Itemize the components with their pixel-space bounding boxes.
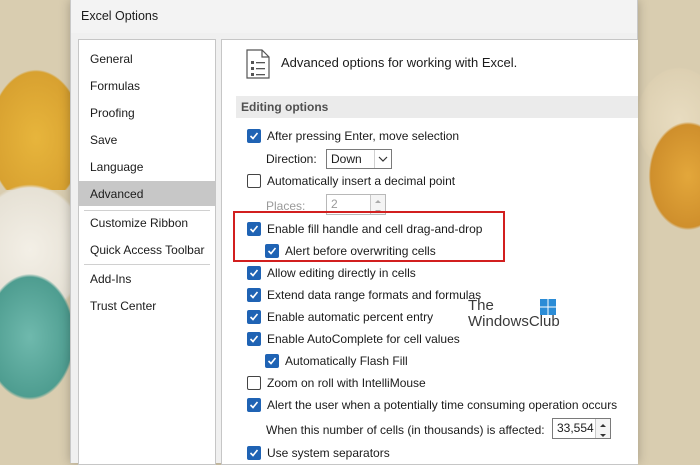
spinner-up-icon[interactable] [596, 419, 610, 428]
cells-affected-label: When this number of cells (in thousands)… [266, 423, 545, 437]
edit-in-cells-checkbox[interactable] [247, 266, 261, 280]
options-page-icon [246, 49, 270, 79]
nav-item-label: Proofing [90, 106, 135, 120]
nav-item-label: Formulas [90, 79, 141, 93]
after-enter-checkbox[interactable] [247, 129, 261, 143]
direction-value: Down [331, 152, 362, 166]
decimal-point-checkbox[interactable] [247, 174, 261, 188]
direction-dropdown[interactable]: Down [326, 149, 392, 169]
nav-item-language[interactable]: Language [79, 154, 215, 179]
checkmark-icon [267, 357, 277, 365]
checkmark-icon [249, 291, 259, 299]
percent-entry-label: Enable automatic percent entry [267, 310, 434, 324]
highlight-box [233, 211, 505, 262]
nav-item-label: Add-Ins [90, 272, 132, 286]
autocomplete-checkbox[interactable] [247, 332, 261, 346]
edit-in-cells-label: Allow editing directly in cells [267, 266, 416, 280]
nav-item-proofing[interactable]: Proofing [79, 100, 215, 125]
nav-item-quick-access-toolbar[interactable]: Quick Access Toolbar [79, 237, 215, 262]
page-header: Advanced options for working with Excel. [281, 55, 518, 70]
checkmark-icon [249, 335, 259, 343]
checkmark-icon [249, 132, 259, 140]
extend-formats-label: Extend data range formats and formulas [267, 288, 482, 302]
nav-item-label: Language [90, 160, 144, 174]
nav-item-formulas[interactable]: Formulas [79, 73, 215, 98]
section-header: Editing options [236, 96, 638, 118]
title-bar[interactable]: Excel Options [71, 0, 637, 33]
nav-item-save[interactable]: Save [79, 127, 215, 152]
percent-entry-checkbox[interactable] [247, 310, 261, 324]
system-separators-label: Use system separators [267, 446, 390, 460]
alert-time-label: Alert the user when a potentially time c… [267, 398, 618, 412]
spinner-buttons[interactable] [595, 419, 610, 438]
decimal-point-label: Automatically insert a decimal point [267, 174, 456, 188]
system-separators-checkbox[interactable] [247, 446, 261, 460]
nav-item-label: Save [90, 133, 118, 147]
nav-item-label: Customize Ribbon [90, 216, 189, 230]
checkmark-icon [249, 401, 259, 409]
wallpaper-shape [640, 110, 700, 230]
nav-item-label: Trust Center [90, 299, 157, 313]
alert-time-checkbox[interactable] [247, 398, 261, 412]
nav-item-general[interactable]: General [79, 46, 215, 71]
category-nav: General Formulas Proofing Save Language … [78, 39, 216, 465]
zoom-roll-checkbox[interactable] [247, 376, 261, 390]
cells-affected-value: 33,554 [557, 421, 594, 435]
windows-logo-icon [540, 299, 556, 315]
nav-item-add-ins[interactable]: Add-Ins [79, 266, 215, 291]
nav-item-label: Quick Access Toolbar [90, 243, 205, 257]
direction-label: Direction: [266, 152, 317, 166]
flash-fill-label: Automatically Flash Fill [285, 354, 408, 368]
checkmark-icon [249, 449, 259, 457]
cells-affected-spinner[interactable]: 33,554 [552, 418, 611, 439]
nav-item-customize-ribbon[interactable]: Customize Ribbon [79, 210, 215, 235]
spinner-up-icon[interactable] [371, 195, 385, 204]
autocomplete-label: Enable AutoComplete for cell values [267, 332, 460, 346]
section-title: Editing options [241, 100, 329, 114]
nav-divider [84, 264, 210, 265]
checkmark-icon [249, 269, 259, 277]
places-value: 2 [331, 197, 338, 211]
zoom-roll-label: Zoom on roll with IntelliMouse [267, 376, 426, 390]
extend-formats-checkbox[interactable] [247, 288, 261, 302]
flash-fill-checkbox[interactable] [265, 354, 279, 368]
checkmark-icon [249, 313, 259, 321]
nav-item-label: Advanced [90, 187, 144, 201]
chevron-down-icon [374, 150, 391, 168]
spinner-down-icon[interactable] [596, 429, 610, 438]
window-title: Excel Options [81, 9, 159, 23]
nav-item-label: General [90, 52, 133, 66]
after-enter-label: After pressing Enter, move selection [267, 129, 460, 143]
nav-item-advanced[interactable]: Advanced [79, 181, 215, 206]
watermark-line2: WindowsClub [468, 313, 560, 330]
nav-item-trust-center[interactable]: Trust Center [79, 293, 215, 318]
